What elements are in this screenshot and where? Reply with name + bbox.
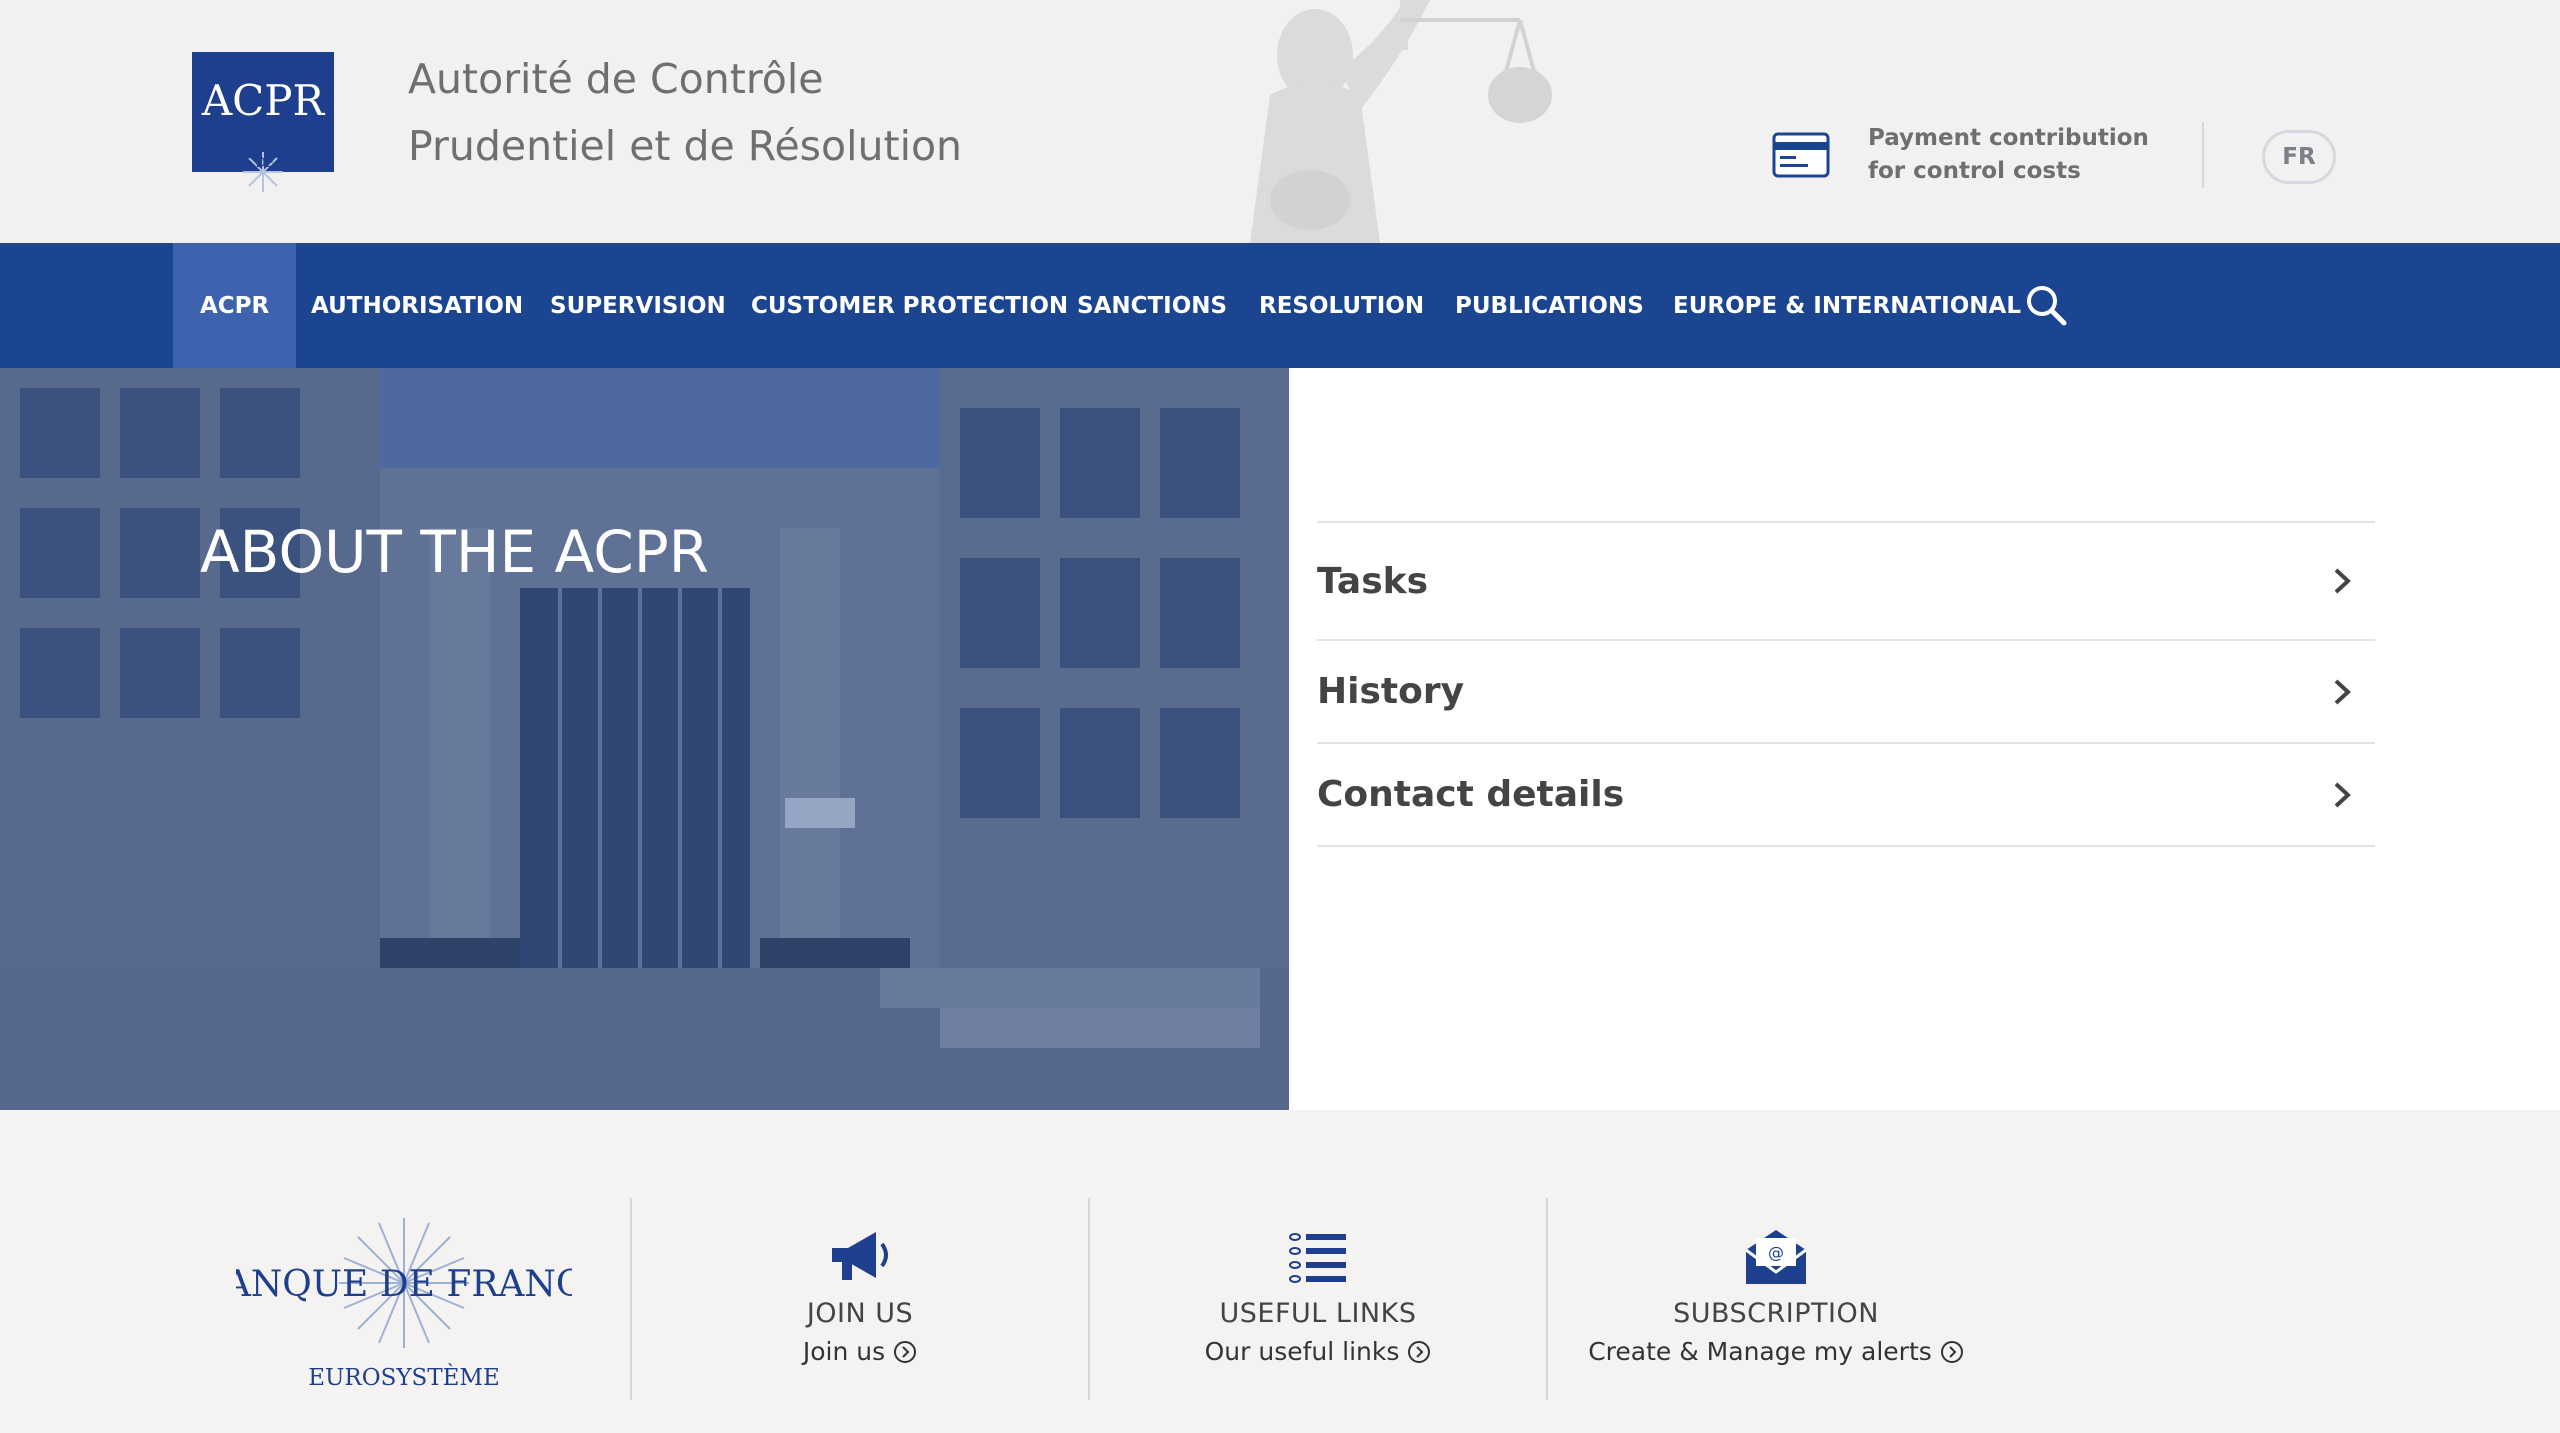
subscription-link-text: Create & Manage my alerts [1588, 1337, 1932, 1366]
nav-item-sanctions[interactable]: SANCTIONS [1077, 243, 1227, 368]
envelope-icon: @ [1745, 1230, 1807, 1284]
footer-useful-links-title: USEFUL LINKS [1219, 1298, 1417, 1329]
hero-title: ABOUT THE ACPR [200, 518, 709, 586]
join-us-link-text: Join us [802, 1337, 886, 1366]
chevron-circle-right-icon [894, 1340, 917, 1363]
language-switch-button[interactable]: FR [2262, 130, 2336, 184]
footer-join-us-title: JOIN US [806, 1298, 914, 1329]
site-footer: BANQUE DE FRANCE EUROSYSTÈME JOIN US Joi… [0, 1110, 2560, 1433]
footer-join-us: JOIN US Join us [632, 1228, 1088, 1366]
bdf-logo-text: BANQUE DE FRANCE [236, 1264, 572, 1305]
section-menu-panel: Tasks History Contact details [1289, 368, 2560, 1110]
hero-overlay [0, 368, 1289, 1110]
section-menu-item-label: History [1317, 671, 1465, 712]
svg-text:@: @ [1768, 1243, 1784, 1262]
nav-item-publications[interactable]: PUBLICATIONS [1455, 243, 1644, 368]
payment-contribution-link[interactable]: Payment contribution for control costs [1772, 122, 2188, 188]
banque-de-france-logo[interactable]: BANQUE DE FRANCE EUROSYSTÈME [236, 1218, 572, 1392]
footer-useful-links: USEFUL LINKS Our useful links [1090, 1228, 1546, 1366]
chevron-right-icon [2334, 782, 2351, 807]
payment-text: Payment contribution for control costs [1868, 125, 2149, 184]
nav-item-europe-international[interactable]: EUROPE & INTERNATIONAL [1673, 243, 2021, 368]
section-menu-item-contact-details[interactable]: Contact details [1317, 744, 2375, 847]
hero-banner: ABOUT THE ACPR [0, 368, 1289, 1110]
header-divider [2202, 122, 2204, 188]
nav-item-resolution[interactable]: RESOLUTION [1259, 243, 1424, 368]
nav-item-supervision[interactable]: SUPERVISION [550, 243, 726, 368]
section-menu-item-label: Tasks [1317, 560, 1429, 602]
useful-links-link[interactable]: Our useful links [1205, 1337, 1432, 1366]
join-us-link[interactable]: Join us [803, 1337, 917, 1366]
link-list-icon [1289, 1233, 1346, 1283]
acpr-logo[interactable]: ACPR BANQUE DE FRANCE [192, 52, 334, 192]
site-title[interactable]: Autorité de Contrôle Prudentiel et de Ré… [408, 46, 962, 180]
nav-item-customer-protection[interactable]: CUSTOMER PROTECTION [751, 243, 1068, 368]
footer-subscription-title: SUBSCRIPTION [1673, 1298, 1879, 1329]
search-icon[interactable] [2024, 283, 2068, 327]
subscription-link[interactable]: Create & Manage my alerts [1588, 1337, 1964, 1366]
useful-links-link-text: Our useful links [1204, 1337, 1400, 1366]
section-menu-item-history[interactable]: History [1317, 641, 2375, 744]
chevron-right-icon [2334, 568, 2351, 594]
site-title-line2: Prudentiel et de Résolution [408, 122, 963, 170]
logo-text: ACPR [201, 76, 326, 125]
chevron-circle-right-icon [1408, 1340, 1431, 1363]
justice-statue-watermark [1250, 0, 1552, 243]
footer-subscription: @ SUBSCRIPTION Create & Manage my alerts [1548, 1228, 2004, 1366]
section-menu-item-tasks[interactable]: Tasks [1317, 523, 2375, 641]
chevron-circle-right-icon [1940, 1340, 1963, 1363]
credit-card-icon [1772, 132, 1830, 178]
section-menu-list: Tasks History Contact details [1317, 521, 2375, 847]
site-header: ACPR BANQUE DE FRANCE Autorité de Contrô… [0, 0, 2560, 243]
bdf-logo-subtext: EUROSYSTÈME [308, 1364, 500, 1391]
nav-item-acpr[interactable]: ACPR [173, 243, 297, 368]
nav-item-authorisation[interactable]: AUTHORISATION [311, 243, 523, 368]
main-nav: ACPR AUTHORISATION SUPERVISION CUSTOMER … [0, 243, 2560, 368]
site-title-line1: Autorité de Contrôle [408, 55, 824, 103]
logo-subtext: BANQUE DE FRANCE [196, 156, 330, 171]
megaphone-icon [832, 1232, 888, 1280]
section-menu-item-label: Contact details [1317, 774, 1625, 815]
chevron-right-icon [2334, 679, 2351, 704]
